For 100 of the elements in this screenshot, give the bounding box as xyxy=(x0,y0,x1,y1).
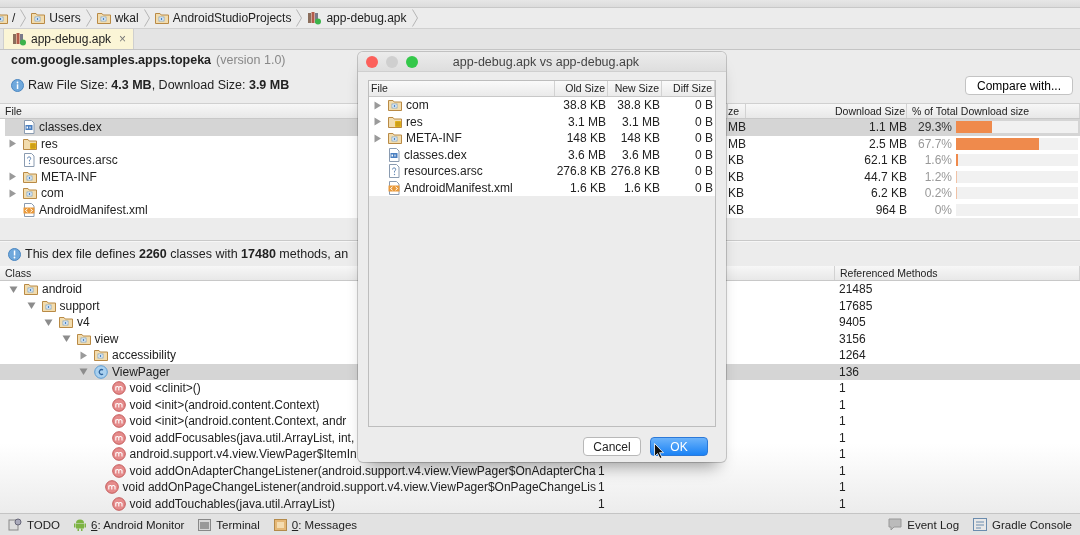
tool-window-button[interactable]: Event Log xyxy=(888,518,960,531)
archive-icon xyxy=(12,32,27,46)
tree-cell[interactable]: void <init>(android.content.Context) xyxy=(129,397,320,412)
table-cell-text: 38.8 KB xyxy=(562,98,607,113)
disclosure-triangle-icon[interactable] xyxy=(79,367,88,377)
disclosure-triangle-icon[interactable] xyxy=(373,117,382,127)
breadcrumb-item[interactable]: app-debug.apk xyxy=(304,11,410,25)
tool-window-button[interactable]: 6: Android Monitor xyxy=(74,518,185,531)
column-header[interactable]: Old Size xyxy=(555,81,608,96)
table-cell-text: 1 xyxy=(838,447,847,462)
table-cell[interactable]: classes.dex xyxy=(39,120,102,135)
table-cell-text: 0 B xyxy=(694,180,714,195)
table-cell[interactable]: META-INF xyxy=(41,169,97,184)
tree-cell[interactable]: view xyxy=(94,331,119,346)
column-header[interactable]: ze xyxy=(728,104,746,118)
disclosure-triangle-icon[interactable] xyxy=(79,350,88,360)
table-cell[interactable]: com xyxy=(41,186,64,201)
tree-cell[interactable]: support xyxy=(59,298,100,313)
folder-icon xyxy=(59,316,73,329)
column-header[interactable]: Download Size xyxy=(746,104,907,118)
chevron-icon xyxy=(20,9,27,27)
tree-cell[interactable]: ViewPager xyxy=(112,364,170,379)
info-icon xyxy=(8,247,21,261)
folder-icon xyxy=(388,132,402,145)
table-cell-text: 1 xyxy=(838,463,847,478)
close-button[interactable] xyxy=(366,55,378,68)
tree-cell[interactable]: void addFocusables(java.util.ArrayList, int, xyxy=(129,430,355,445)
method-icon xyxy=(111,496,126,511)
table-cell[interactable]: AndroidManifest.xml xyxy=(39,202,148,217)
file-icon xyxy=(388,147,400,162)
folder-icon xyxy=(94,349,108,362)
folder-icon xyxy=(154,12,169,24)
tree-cell[interactable]: v4 xyxy=(77,315,90,330)
dialog-button[interactable]: Cancel xyxy=(583,437,641,456)
tree-cell[interactable]: void <clinit>() xyxy=(129,381,201,396)
table-cell-text: 0% xyxy=(933,202,952,217)
clipboard-icon xyxy=(8,518,22,531)
tool-window-button[interactable]: TODO xyxy=(8,518,60,531)
breadcrumb-item[interactable]: / xyxy=(0,11,19,25)
table-cell-text: 1.1 MB xyxy=(868,120,907,135)
disclosure-triangle-icon[interactable] xyxy=(26,301,36,311)
tree-cell[interactable]: android xyxy=(42,282,83,297)
breadcrumb-item[interactable]: wkal xyxy=(93,11,142,25)
console-icon xyxy=(973,518,988,531)
table-cell-text: 3156 xyxy=(838,331,867,346)
tool-window-button[interactable]: 0: Messages xyxy=(273,518,358,531)
tool-window-button[interactable]: Gradle Console xyxy=(973,518,1072,531)
breadcrumb-item[interactable]: Users xyxy=(28,11,84,25)
file-icon xyxy=(23,120,35,135)
tree-cell[interactable]: void <init>(android.content.Context, andr xyxy=(129,414,347,429)
chevron-icon xyxy=(296,9,303,27)
file-icon xyxy=(23,153,35,168)
disclosure-triangle-icon[interactable] xyxy=(9,284,18,294)
editor-tab[interactable]: app-debug.apk × xyxy=(3,29,135,49)
table-cell-text: 1 xyxy=(838,480,847,495)
table-cell-text: 3.6 MB xyxy=(621,147,661,162)
table-cell-text: 1 xyxy=(838,397,847,412)
tree-cell[interactable]: void addOnAdapterChangeListener(android.support.v4.view.ViewPager$OnAdapterCha xyxy=(129,463,596,478)
disclosure-triangle-icon[interactable] xyxy=(61,334,71,344)
disclosure-triangle-icon[interactable] xyxy=(44,317,53,327)
column-header[interactable]: File xyxy=(369,81,555,96)
tree-cell[interactable]: accessibility xyxy=(112,348,177,363)
table-cell-text: 2.5 MB xyxy=(868,136,907,151)
file-size-text: Raw File Size: 4.3 MB, Download Size: 3.9 MB xyxy=(28,78,290,92)
folder-icon xyxy=(24,283,38,296)
column-header[interactable]: Diff Size xyxy=(662,81,715,96)
disclosure-triangle-icon[interactable] xyxy=(8,139,17,149)
version-label: (version 1.0) xyxy=(216,53,286,67)
table-cell: com xyxy=(406,98,429,113)
disclosure-triangle-icon[interactable] xyxy=(8,188,17,198)
zoom-button[interactable] xyxy=(406,55,418,68)
info-icon xyxy=(11,78,24,92)
disclosure-triangle-icon[interactable] xyxy=(373,133,382,143)
disclosure-triangle-icon[interactable] xyxy=(373,100,382,110)
table-cell-text: 1.2% xyxy=(923,169,952,184)
table-cell-text: 148 KB xyxy=(619,131,661,146)
column-header[interactable]: New Size xyxy=(608,81,662,96)
tree-cell[interactable]: void addTouchables(java.util.ArrayList) xyxy=(129,496,335,511)
table-cell-text: KB xyxy=(728,169,745,184)
tree-cell[interactable]: android.support.v4.view.ViewPager$ItemIn xyxy=(129,447,357,462)
column-header[interactable]: % of Total Download size xyxy=(907,104,1080,118)
table-cell-text: KB xyxy=(728,186,745,201)
tool-window-button[interactable]: Terminal xyxy=(198,518,260,531)
breadcrumb-item[interactable]: AndroidStudioProjects xyxy=(151,11,295,25)
table-cell-text: KB xyxy=(728,202,745,217)
method-icon xyxy=(111,430,126,445)
table-cell: META-INF xyxy=(406,131,462,146)
disclosure-triangle-icon[interactable] xyxy=(8,172,17,182)
compare-button[interactable]: Compare with... xyxy=(964,76,1073,95)
table-cell-text: 21485 xyxy=(838,282,874,297)
close-button[interactable]: × xyxy=(119,32,127,46)
method-icon xyxy=(111,447,126,462)
table-cell[interactable]: resources.arsc xyxy=(39,153,118,168)
table-cell[interactable]: res xyxy=(41,136,58,151)
tree-cell[interactable]: void addOnPageChangeListener(android.support.v4.view.ViewPager$OnPageChangeLis xyxy=(122,480,596,495)
class-icon xyxy=(94,364,108,379)
table-cell: MB xyxy=(728,136,746,151)
table-cell-text: 1 xyxy=(597,480,606,495)
table-cell-text: 6.2 KB xyxy=(869,186,907,201)
column-header[interactable]: Referenced Methods xyxy=(835,266,1080,280)
